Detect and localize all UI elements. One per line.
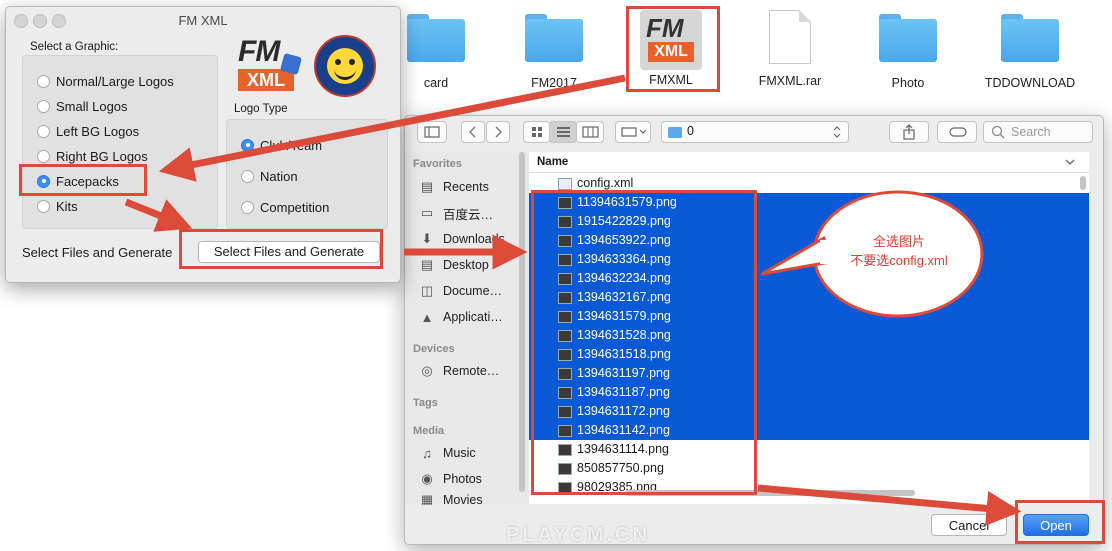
- annotation-text-line2: 不要选config.xml: [850, 253, 948, 268]
- arrow-to-facepacks: [158, 74, 626, 182]
- annotation-callout: 全选图片 不要选config.xml: [758, 186, 990, 326]
- annotation-text-line1: 全选图片: [872, 234, 925, 249]
- arrow-to-generate: [124, 198, 193, 232]
- watermark: PLAYCM.CN: [506, 524, 651, 546]
- arrow-to-open: [757, 484, 1022, 526]
